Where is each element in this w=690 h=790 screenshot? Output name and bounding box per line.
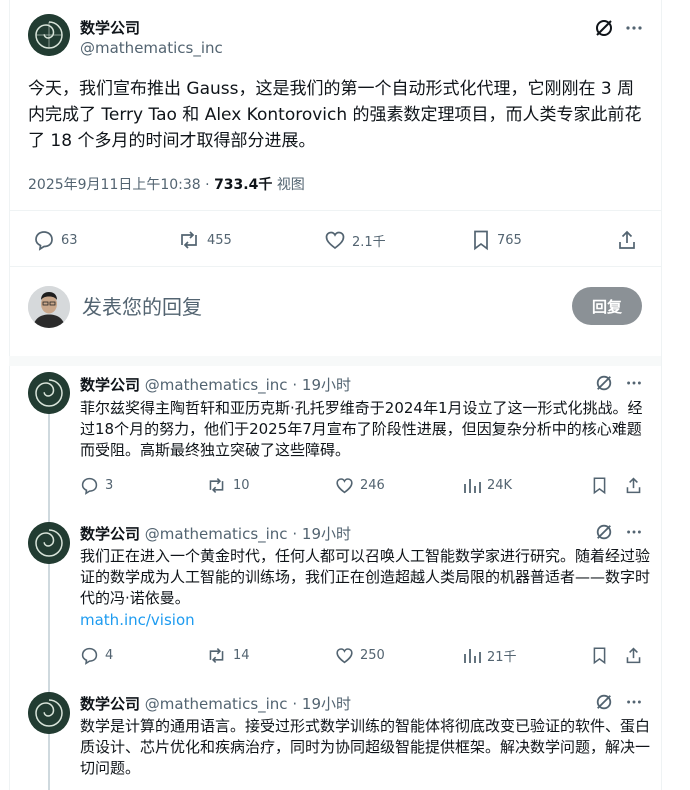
share-upload-icon	[619, 230, 635, 249]
repost-button[interactable]: 455	[177, 229, 232, 251]
bar-chart-icon	[464, 649, 481, 663]
timeline-right-border	[661, 0, 662, 790]
reply-author-avatar[interactable]	[28, 692, 70, 734]
bookmark-icon	[593, 647, 606, 665]
bookmark-count: 765	[497, 232, 522, 248]
like-button[interactable]: 246	[335, 476, 385, 495]
reply-button[interactable]: 3	[80, 476, 113, 495]
more-dots-icon[interactable]	[625, 523, 643, 541]
reply-header: 数学公司 @mathematics_inc · 19小时	[80, 374, 351, 395]
more-dots-icon[interactable]	[624, 18, 644, 38]
reply-time[interactable]: 19小时	[302, 525, 351, 543]
reply-submit-button[interactable]: 回复	[572, 287, 642, 325]
views-count: 21千	[487, 650, 517, 665]
author-name[interactable]: 数学公司	[80, 17, 140, 38]
reply-handle[interactable]: @mathematics_inc	[145, 376, 288, 394]
repost-arrows-icon	[181, 231, 197, 249]
bookmark-button[interactable]: 765	[471, 229, 522, 251]
reply-time[interactable]: 19小时	[302, 695, 351, 713]
speech-bubble-icon	[35, 231, 53, 251]
heart-icon	[336, 648, 353, 664]
bookmark-button[interactable]	[591, 646, 608, 665]
thread-line	[48, 510, 50, 522]
reply-author-avatar[interactable]	[28, 372, 70, 414]
author-handle[interactable]: @mathematics_inc	[80, 39, 223, 57]
thread-line	[48, 680, 50, 692]
grok-icon[interactable]	[595, 693, 613, 711]
views-count: 24K	[487, 478, 513, 493]
like-count: 2.1千	[352, 234, 386, 250]
reply-text: 数学是计算的通用语言。接受过形式数学训练的智能体将彻底改变已验证的软件、蛋白质设…	[80, 717, 651, 777]
like-button[interactable]: 250	[335, 646, 385, 665]
share-button[interactable]	[624, 646, 643, 665]
current-user-avatar	[28, 286, 70, 328]
share-button[interactable]	[624, 476, 643, 495]
reply-author-avatar[interactable]	[28, 522, 70, 564]
reply-input[interactable]: 发表您的回复	[82, 291, 202, 320]
reply-handle[interactable]: @mathematics_inc	[145, 525, 288, 543]
repost-arrows-icon	[209, 478, 224, 493]
reply-count: 4	[105, 648, 114, 663]
bookmark-icon	[593, 477, 606, 495]
speech-bubble-icon	[81, 647, 98, 665]
thread-line	[48, 414, 50, 510]
section-separator	[9, 356, 661, 366]
more-dots-icon[interactable]	[625, 374, 643, 392]
post-meta: 2025年9月11日上午10:38 · 733.4千 视图	[28, 174, 305, 194]
reply-link[interactable]: math.inc/vision	[80, 610, 195, 631]
timeline-left-border	[9, 0, 10, 790]
reply-text: 菲尔兹奖得主陶哲轩和亚历克斯·孔托罗维奇于2024年1月设立了这一形式化挑战。经…	[80, 399, 643, 459]
reply-count: 63	[61, 232, 78, 248]
reply-button[interactable]: 4	[80, 646, 113, 665]
bookmark-button[interactable]	[591, 476, 608, 495]
repost-count: 455	[207, 232, 232, 248]
bookmark-icon	[474, 230, 488, 251]
like-button[interactable]: 2.1千	[324, 229, 386, 251]
views-button[interactable]: 24K	[463, 476, 512, 495]
author-avatar[interactable]	[28, 14, 70, 56]
reply-text: 我们正在进入一个黄金时代，任何人都可以召唤人工智能数学家进行研究。随着经过验证的…	[80, 547, 651, 607]
grok-icon[interactable]	[595, 523, 613, 541]
grok-icon[interactable]	[594, 18, 614, 38]
reply-handle[interactable]: @mathematics_inc	[145, 695, 288, 713]
views-button[interactable]: 21千	[463, 646, 517, 665]
like-count: 250	[360, 648, 385, 663]
share-button[interactable]	[616, 229, 638, 251]
post-timestamp[interactable]: 2025年9月11日上午10:38 ·	[28, 177, 210, 193]
divider	[9, 266, 661, 267]
thread-line	[48, 564, 50, 680]
reply-dot: ·	[292, 695, 298, 713]
share-upload-icon	[626, 477, 641, 494]
reply-header: 数学公司 @mathematics_inc · 19小时	[80, 523, 351, 544]
like-count: 246	[360, 478, 385, 493]
views-label: 视图	[276, 177, 305, 193]
reply-button[interactable]: 63	[33, 229, 78, 251]
divider	[9, 210, 661, 211]
heart-icon	[325, 231, 345, 250]
grok-icon[interactable]	[595, 374, 613, 392]
repost-button[interactable]: 10	[206, 476, 250, 495]
reply-author-name[interactable]: 数学公司	[80, 525, 140, 543]
repost-arrows-icon	[209, 648, 224, 663]
reply-dot: ·	[292, 525, 298, 543]
post-text: 今天，我们宣布推出 Gauss，这是我们的第一个自动形式化代理，它刚刚在 3 周…	[28, 79, 642, 151]
repost-count: 14	[233, 648, 250, 663]
speech-bubble-icon	[81, 477, 98, 495]
reply-time[interactable]: 19小时	[302, 376, 351, 394]
share-upload-icon	[626, 647, 641, 664]
heart-icon	[336, 478, 353, 494]
repost-count: 10	[233, 478, 250, 493]
more-dots-icon[interactable]	[625, 693, 643, 711]
reply-author-name[interactable]: 数学公司	[80, 695, 140, 713]
reply-count: 3	[105, 478, 114, 493]
reply-author-name[interactable]: 数学公司	[80, 376, 140, 394]
reply-dot: ·	[292, 376, 298, 394]
views-count: 733.4千	[214, 177, 273, 193]
bar-chart-icon	[464, 479, 481, 493]
repost-button[interactable]: 14	[206, 646, 250, 665]
thread-line	[48, 734, 50, 790]
reply-header: 数学公司 @mathematics_inc · 19小时	[80, 693, 351, 714]
